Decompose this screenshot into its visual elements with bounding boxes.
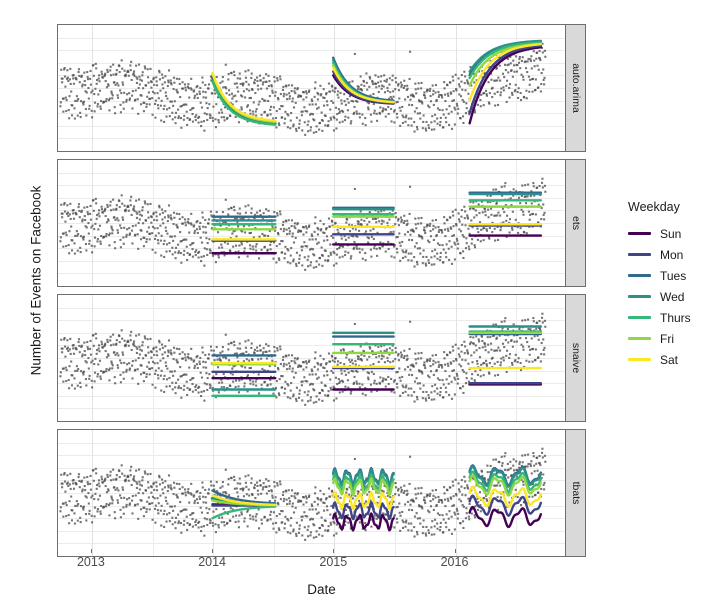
- legend-color-swatch: [628, 337, 651, 340]
- facet-tbats: tbats: [57, 429, 586, 557]
- legend: Weekday Sun Mon Tues Wed Thurs Fri Sat: [628, 200, 720, 370]
- x-axis-tick: [454, 549, 456, 553]
- legend-color-swatch: [628, 274, 651, 277]
- legend-item-label: Fri: [660, 331, 674, 346]
- legend-item-fri[interactable]: Fri: [628, 328, 720, 349]
- facet-ets: ets: [57, 159, 586, 287]
- x-axis-tick-label: 2014: [198, 555, 226, 569]
- y-axis-title: Number of Events on Facebook: [28, 185, 44, 375]
- facet-strip-label: auto.arima: [569, 63, 582, 113]
- legend-item-sun[interactable]: Sun: [628, 223, 720, 244]
- legend-item-label: Wed: [660, 289, 685, 304]
- facet-strip-label: snaive: [569, 342, 582, 374]
- legend-color-swatch: [628, 295, 651, 298]
- facet-strip-label: tbats: [569, 481, 582, 505]
- x-axis-tick: [212, 549, 214, 553]
- x-axis-tick-label: 2016: [440, 555, 469, 569]
- facet-strip-snaive: snaive: [566, 294, 586, 422]
- x-axis: 2013 2014 2015 2016: [57, 549, 586, 575]
- facet-strip-ets: ets: [566, 159, 586, 287]
- legend-color-swatch: [628, 253, 651, 256]
- legend-item-thurs[interactable]: Thurs: [628, 307, 720, 328]
- panel-snaive: [57, 294, 566, 422]
- legend-color-swatch: [628, 358, 651, 361]
- legend-item-label: Tues: [660, 268, 687, 283]
- legend-color-swatch: [628, 316, 651, 319]
- legend-color-swatch: [628, 232, 651, 235]
- legend-item-label: Mon: [660, 247, 684, 262]
- forecast-lines-layer: [211, 39, 543, 126]
- facet-strip-label: ets: [569, 215, 582, 231]
- x-axis-tick-label: 2015: [319, 555, 348, 569]
- chart-root: Number of Events on Facebook auto.arima e…: [0, 0, 720, 612]
- facet-strip-tbats: tbats: [566, 429, 586, 557]
- panel-auto-arima: [57, 24, 566, 152]
- x-axis-tick-label: 2013: [76, 555, 105, 569]
- legend-items: Sun Mon Tues Wed Thurs Fri Sat: [628, 223, 720, 370]
- legend-item-sat[interactable]: Sat: [628, 349, 720, 370]
- legend-item-label: Sat: [660, 352, 679, 367]
- panel-tbats: [57, 429, 566, 557]
- facet-snaive: snaive: [57, 294, 586, 422]
- legend-item-label: Sun: [660, 226, 682, 241]
- forecast-lines-layer: [211, 325, 543, 397]
- x-axis-title: Date: [307, 582, 336, 597]
- forecast-lines-layer: [211, 191, 543, 255]
- legend-item-tues[interactable]: Tues: [628, 265, 720, 286]
- facet-auto-arima: auto.arima: [57, 24, 586, 152]
- panel-ets: [57, 159, 566, 287]
- facet-strip-auto-arima: auto.arima: [566, 24, 586, 152]
- x-axis-tick: [90, 549, 92, 553]
- legend-title: Weekday: [628, 200, 680, 214]
- legend-item-label: Thurs: [660, 310, 691, 325]
- facet-stack: auto.arima ets snaive tbats: [57, 24, 586, 557]
- forecast-lines-layer: [211, 464, 543, 532]
- legend-item-mon[interactable]: Mon: [628, 244, 720, 265]
- legend-item-wed[interactable]: Wed: [628, 286, 720, 307]
- x-axis-tick: [333, 549, 335, 553]
